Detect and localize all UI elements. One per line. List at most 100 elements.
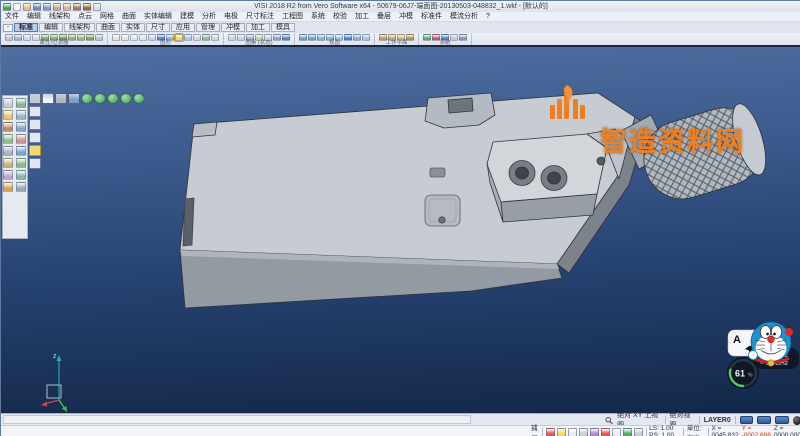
- group-tool-icon[interactable]: [16, 170, 26, 180]
- ungroup-icon[interactable]: [282, 34, 290, 41]
- single-view-icon[interactable]: [353, 34, 361, 41]
- view-sphere-2-icon[interactable]: [94, 93, 106, 104]
- layer-indicator[interactable]: LAYER0: [704, 417, 731, 424]
- snap-tangent-icon[interactable]: [601, 428, 610, 436]
- menu-item-10[interactable]: 电极: [220, 12, 242, 22]
- zoom-window-icon[interactable]: [139, 34, 147, 41]
- shade-mode-icon[interactable]: [175, 34, 183, 41]
- help-icon[interactable]: [459, 34, 467, 41]
- save-all-icon[interactable]: [43, 3, 51, 11]
- menu-item-11[interactable]: 尺寸标注: [242, 12, 278, 22]
- menu-item-12[interactable]: 工程图: [278, 12, 307, 22]
- scale-icon[interactable]: [16, 134, 26, 144]
- tab-实体[interactable]: 实体: [121, 23, 145, 32]
- filter-all-icon[interactable]: [86, 34, 94, 41]
- snap-point-icon[interactable]: [557, 428, 566, 436]
- options-icon[interactable]: [450, 34, 458, 41]
- side-view-icon[interactable]: [317, 34, 325, 41]
- view-button-1[interactable]: [740, 416, 754, 424]
- view-sphere-5-icon[interactable]: [133, 93, 145, 104]
- menu-item-17[interactable]: 冲模: [395, 12, 417, 22]
- toolbar-menu-icon[interactable]: [29, 93, 41, 104]
- filter-solid-icon[interactable]: [77, 34, 85, 41]
- tab-应用[interactable]: 应用: [171, 23, 195, 32]
- menu-item-3[interactable]: 线架构: [45, 12, 74, 22]
- grid-tool-icon[interactable]: [16, 182, 26, 192]
- 3d-viewport[interactable]: z A 3.6GHz 3.5GHz: [1, 47, 800, 413]
- undo-icon[interactable]: [73, 3, 81, 11]
- tab-标准[interactable]: 标准: [14, 23, 38, 32]
- new-window-icon[interactable]: [42, 93, 54, 104]
- snap-mid-icon[interactable]: [568, 428, 577, 436]
- menu-item-15[interactable]: 加工: [351, 12, 373, 22]
- plane-mode-icon[interactable]: [29, 119, 41, 130]
- open-file-icon[interactable]: [23, 3, 31, 11]
- reset-filter-icon[interactable]: [95, 34, 103, 41]
- redraw-icon[interactable]: [112, 34, 120, 41]
- tab-管理[interactable]: 管理: [196, 23, 220, 32]
- snap-center-icon[interactable]: [579, 428, 588, 436]
- menu-item-13[interactable]: 系统: [307, 12, 329, 22]
- menu-item-14[interactable]: 校验: [329, 12, 351, 22]
- menu-item-5[interactable]: 网格: [96, 12, 118, 22]
- settings-icon[interactable]: [423, 34, 431, 41]
- list-view-icon[interactable]: [29, 106, 41, 117]
- menu-item-9[interactable]: 分析: [198, 12, 220, 22]
- tab-冲模[interactable]: 冲模: [221, 23, 245, 32]
- zoom-all-icon[interactable]: [148, 34, 156, 41]
- color-icon[interactable]: [23, 34, 31, 41]
- wireframe-icon[interactable]: [184, 34, 192, 41]
- snap-perp-icon[interactable]: [612, 428, 621, 436]
- cylinder-mode-icon[interactable]: [29, 158, 41, 169]
- menu-item-8[interactable]: 建模: [176, 12, 198, 22]
- top-view-icon[interactable]: [299, 34, 307, 41]
- font-icon[interactable]: [68, 93, 80, 104]
- quick-access-dropdown-icon[interactable]: [93, 3, 101, 11]
- view-manager-icon[interactable]: [344, 34, 352, 41]
- menu-item-20[interactable]: ?: [482, 12, 494, 22]
- zoom-out-icon[interactable]: [130, 34, 138, 41]
- menu-item-19[interactable]: 模流分析: [446, 12, 482, 22]
- snap-tool-icon[interactable]: [3, 182, 13, 192]
- tab-编辑[interactable]: 编辑: [39, 23, 63, 32]
- save-icon[interactable]: [33, 3, 41, 11]
- dimension-icon[interactable]: [16, 146, 26, 156]
- snap-grid-icon[interactable]: [546, 428, 555, 436]
- grid-display-icon[interactable]: [634, 428, 643, 436]
- view-sphere-3-icon[interactable]: [107, 93, 119, 104]
- hidden-line-icon[interactable]: [193, 34, 201, 41]
- measure-icon[interactable]: [3, 146, 13, 156]
- layer-manager-icon[interactable]: [3, 170, 13, 180]
- render-sphere-icon[interactable]: [793, 416, 800, 425]
- overlay-widget-hitbox[interactable]: [721, 367, 800, 413]
- delete-icon[interactable]: [3, 110, 13, 120]
- new-file-icon[interactable]: [13, 3, 21, 11]
- import-icon[interactable]: [53, 3, 61, 11]
- tab-加工[interactable]: 加工: [246, 23, 270, 32]
- hatch-icon[interactable]: [16, 158, 26, 168]
- toolbar-collapse-button[interactable]: -: [3, 24, 13, 32]
- menu-item-4[interactable]: 点云: [74, 12, 96, 22]
- view-sphere-4-icon[interactable]: [120, 93, 132, 104]
- multi-view-icon[interactable]: [362, 34, 370, 41]
- export-icon[interactable]: [63, 3, 71, 11]
- menu-item-2[interactable]: 编辑: [23, 12, 45, 22]
- menu-item-1[interactable]: 文件: [1, 12, 23, 22]
- trim-icon[interactable]: [16, 98, 26, 108]
- box-mode-icon[interactable]: [29, 132, 41, 143]
- text-icon[interactable]: [3, 158, 13, 168]
- menu-item-18[interactable]: 标准件: [417, 12, 446, 22]
- snap-quad-icon[interactable]: [590, 428, 599, 436]
- menu-item-16[interactable]: 叠层: [373, 12, 395, 22]
- group-icon[interactable]: [273, 34, 281, 41]
- mirror-icon[interactable]: [3, 134, 13, 144]
- page-icon[interactable]: [55, 93, 67, 104]
- copy-icon[interactable]: [3, 122, 13, 132]
- menu-item-6[interactable]: 曲面: [118, 12, 140, 22]
- select-icon[interactable]: [3, 98, 13, 108]
- zoom-in-icon[interactable]: [121, 34, 129, 41]
- front-view-icon[interactable]: [308, 34, 316, 41]
- redo-icon[interactable]: [83, 3, 91, 11]
- filter-surface-icon[interactable]: [68, 34, 76, 41]
- visi-logo-icon[interactable]: [3, 3, 11, 11]
